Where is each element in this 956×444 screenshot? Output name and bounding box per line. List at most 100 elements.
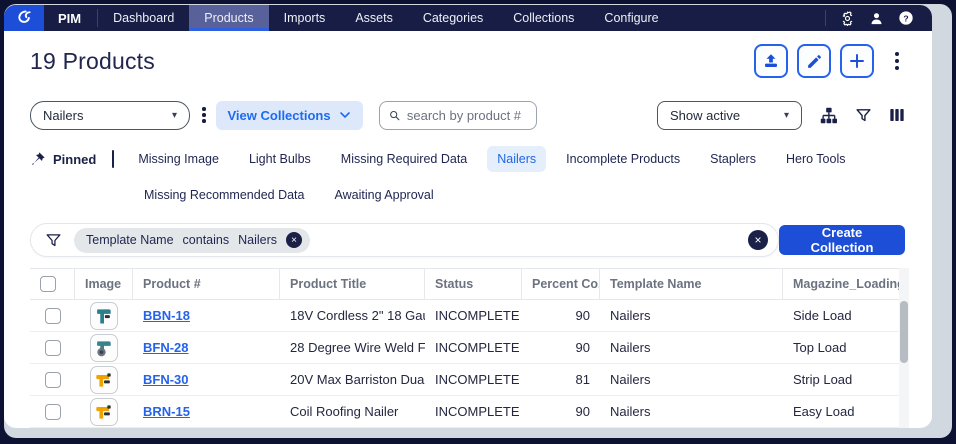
page-title: 19 Products — [30, 48, 155, 75]
magazine-loading-cell: Strip Load — [783, 364, 899, 396]
row-checkbox[interactable] — [45, 372, 61, 388]
more-actions-menu[interactable] — [889, 48, 905, 74]
tab-missing-required-data[interactable]: Missing Required Data — [331, 146, 477, 172]
tab-awaiting-approval[interactable]: Awaiting Approval — [325, 182, 444, 208]
row-select-cell — [30, 364, 75, 396]
product-number-cell: BFN-30 — [133, 364, 280, 396]
col-header-percent-complete[interactable]: Percent Co... — [522, 268, 600, 300]
percent-cell: 90 — [522, 300, 600, 332]
status-cell: INCOMPLETE — [425, 332, 522, 364]
logo-icon — [14, 9, 34, 27]
search-input[interactable] — [407, 108, 527, 123]
edit-button[interactable] — [797, 44, 831, 78]
magazine-loading-cell: Easy Load — [783, 396, 899, 428]
filter-funnel-icon — [45, 232, 62, 249]
user-profile-icon[interactable] — [869, 11, 884, 26]
app-logo[interactable] — [4, 5, 44, 31]
nav-item-collections[interactable]: Collections — [498, 5, 589, 31]
svg-text:?: ? — [903, 13, 908, 23]
upload-button[interactable] — [754, 44, 788, 78]
view-options-menu[interactable] — [202, 107, 206, 123]
columns-icon[interactable] — [889, 107, 905, 123]
app-card: PIM Dashboard Products Imports Assets Ca… — [4, 5, 932, 428]
product-image-cell — [75, 300, 133, 332]
tabs-divider — [112, 150, 114, 168]
scrollbar-thumb[interactable] — [900, 301, 908, 363]
tab-light-bulbs[interactable]: Light Bulbs — [239, 146, 321, 172]
saved-view-select[interactable]: Nailers ▾ — [30, 101, 190, 130]
tab-nailers[interactable]: Nailers — [487, 146, 546, 172]
product-thumbnail[interactable] — [90, 302, 118, 330]
row-select-cell — [30, 332, 75, 364]
percent-cell: 81 — [522, 364, 600, 396]
col-header-image[interactable]: Image — [75, 268, 133, 300]
filter-chip-operator: contains — [183, 233, 230, 247]
product-title-cell: Coil Roofing Nailer — [280, 396, 425, 428]
col-header-status[interactable]: Status — [425, 268, 522, 300]
col-header-template-name[interactable]: Template Name — [600, 268, 783, 300]
brand-label: PIM — [44, 5, 97, 31]
product-number-cell: BRN-15 — [133, 396, 280, 428]
product-thumbnail[interactable] — [90, 334, 118, 362]
product-search — [379, 101, 537, 130]
tab-staplers[interactable]: Staplers — [700, 146, 766, 172]
product-thumbnail[interactable] — [90, 398, 118, 426]
nav-item-assets[interactable]: Assets — [340, 5, 408, 31]
product-title-cell: 28 Degree Wire Weld Fra... — [280, 332, 425, 364]
product-link[interactable]: BBN-18 — [143, 308, 190, 323]
filter-funnel-icon[interactable] — [855, 107, 872, 124]
tab-missing-recommended-data[interactable]: Missing Recommended Data — [134, 182, 315, 208]
view-collections-button[interactable]: View Collections — [216, 101, 363, 130]
product-link[interactable]: BFN-30 — [143, 372, 189, 387]
remove-filter-icon[interactable]: × — [286, 232, 302, 248]
row-select-cell — [30, 396, 75, 428]
magazine-loading-cell: Top Load — [783, 332, 899, 364]
tab-missing-image[interactable]: Missing Image — [128, 146, 229, 172]
row-checkbox[interactable] — [45, 340, 61, 356]
product-thumbnail[interactable] — [90, 366, 118, 394]
col-header-product-title[interactable]: Product Title — [280, 268, 425, 300]
hierarchy-icon[interactable] — [819, 107, 838, 124]
tab-incomplete-products[interactable]: Incomplete Products — [556, 146, 690, 172]
active-filters-bar: Template Name contains Nailers × × — [30, 223, 779, 257]
clear-filters-icon[interactable]: × — [748, 230, 768, 250]
nav-item-imports[interactable]: Imports — [269, 5, 341, 31]
filter-chip-value: Nailers — [238, 233, 277, 247]
caret-down-icon: ▾ — [784, 110, 789, 121]
pinned-section: Pinned — [30, 151, 96, 167]
product-number-cell: BFN-28 — [133, 332, 280, 364]
filter-chip: Template Name contains Nailers × — [74, 228, 310, 253]
plus-icon — [848, 52, 866, 70]
percent-cell: 90 — [522, 396, 600, 428]
row-select-cell — [30, 300, 75, 332]
col-header-product-number[interactable]: Product # — [133, 268, 280, 300]
product-link[interactable]: BFN-28 — [143, 340, 189, 355]
product-link[interactable]: BRN-15 — [143, 404, 190, 419]
settings-gear-icon[interactable] — [840, 11, 855, 26]
product-image-cell — [75, 396, 133, 428]
status-cell: INCOMPLETE — [425, 364, 522, 396]
nav-item-dashboard[interactable]: Dashboard — [98, 5, 189, 31]
caret-down-icon: ▾ — [172, 110, 177, 121]
product-image-cell — [75, 364, 133, 396]
show-active-select[interactable]: Show active ▾ — [657, 101, 802, 130]
nav-item-configure[interactable]: Configure — [589, 5, 673, 31]
tab-hero-tools[interactable]: Hero Tools — [776, 146, 856, 172]
create-collection-button[interactable]: Create Collection — [779, 225, 905, 255]
product-title-cell: 18V Cordless 2" 18 Gau... — [280, 300, 425, 332]
add-product-button[interactable] — [840, 44, 874, 78]
table-scrollbar[interactable] — [899, 268, 909, 428]
pinned-label: Pinned — [53, 152, 96, 167]
template-name-cell: Nailers — [600, 332, 783, 364]
nav-item-categories[interactable]: Categories — [408, 5, 498, 31]
percent-cell: 90 — [522, 332, 600, 364]
nav-item-products[interactable]: Products — [189, 5, 268, 31]
col-header-magazine-loading[interactable]: Magazine_Loading — [783, 268, 899, 300]
template-name-cell: Nailers — [600, 364, 783, 396]
help-icon[interactable]: ? — [898, 10, 914, 26]
chevron-down-icon — [339, 109, 351, 121]
row-checkbox[interactable] — [45, 308, 61, 324]
row-checkbox[interactable] — [45, 404, 61, 420]
select-all-checkbox[interactable] — [40, 276, 56, 292]
show-active-value: Show active — [670, 108, 740, 123]
